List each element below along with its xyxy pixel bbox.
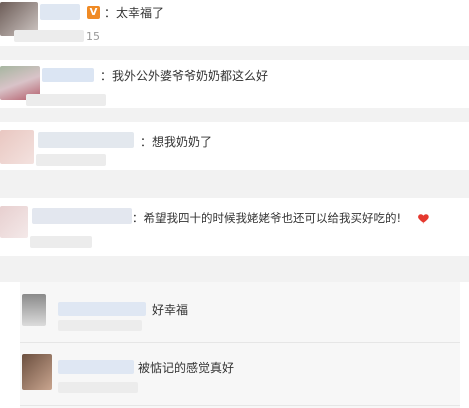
timestamp-blur bbox=[58, 320, 142, 331]
username[interactable] bbox=[42, 68, 94, 82]
reply-item: 好幸福 bbox=[20, 288, 460, 334]
timestamp-blur bbox=[30, 236, 92, 248]
comment-text: ：想我奶奶了 bbox=[140, 135, 213, 149]
username[interactable] bbox=[58, 360, 134, 374]
comment-text: ：我外公外婆爷爷奶奶都这么好 bbox=[100, 69, 269, 83]
comment-text: ：希望我四十的时候我姥姥爷也还可以给我买好吃的! bbox=[132, 211, 402, 225]
comment-item: V ：太幸福了 15 bbox=[0, 0, 469, 46]
comment-item: ：想我奶奶了 bbox=[0, 122, 469, 170]
timestamp-blur bbox=[26, 94, 106, 106]
username[interactable] bbox=[58, 302, 146, 316]
username[interactable] bbox=[32, 208, 132, 224]
comment-item: ：希望我四十的时候我姥姥爷也还可以给我买好吃的! bbox=[0, 198, 469, 256]
timestamp-blur bbox=[36, 154, 106, 166]
timestamp-blur bbox=[58, 382, 138, 393]
reply-item: 被惦记的感觉真好 bbox=[20, 348, 460, 404]
heart-icon bbox=[418, 214, 429, 224]
avatar[interactable] bbox=[22, 294, 46, 326]
separator-band bbox=[0, 108, 469, 122]
timestamp-blur bbox=[14, 30, 84, 42]
separator-band bbox=[0, 46, 469, 60]
reply-text: 被惦记的感觉真好 bbox=[138, 361, 235, 375]
avatar[interactable] bbox=[0, 130, 34, 164]
avatar[interactable] bbox=[0, 206, 28, 238]
username[interactable] bbox=[40, 4, 80, 20]
timestamp: 15 bbox=[86, 30, 100, 43]
divider bbox=[20, 405, 460, 406]
comment-text: ：太幸福了 bbox=[104, 6, 165, 20]
reply-text: 好幸福 bbox=[152, 303, 189, 317]
verified-badge-icon: V bbox=[87, 6, 100, 19]
separator-band bbox=[0, 256, 469, 282]
separator-band bbox=[0, 170, 469, 198]
avatar[interactable] bbox=[22, 354, 52, 390]
username[interactable] bbox=[38, 132, 134, 148]
divider bbox=[20, 342, 460, 343]
comment-item: ：我外公外婆爷爷奶奶都这么好 bbox=[0, 60, 469, 108]
